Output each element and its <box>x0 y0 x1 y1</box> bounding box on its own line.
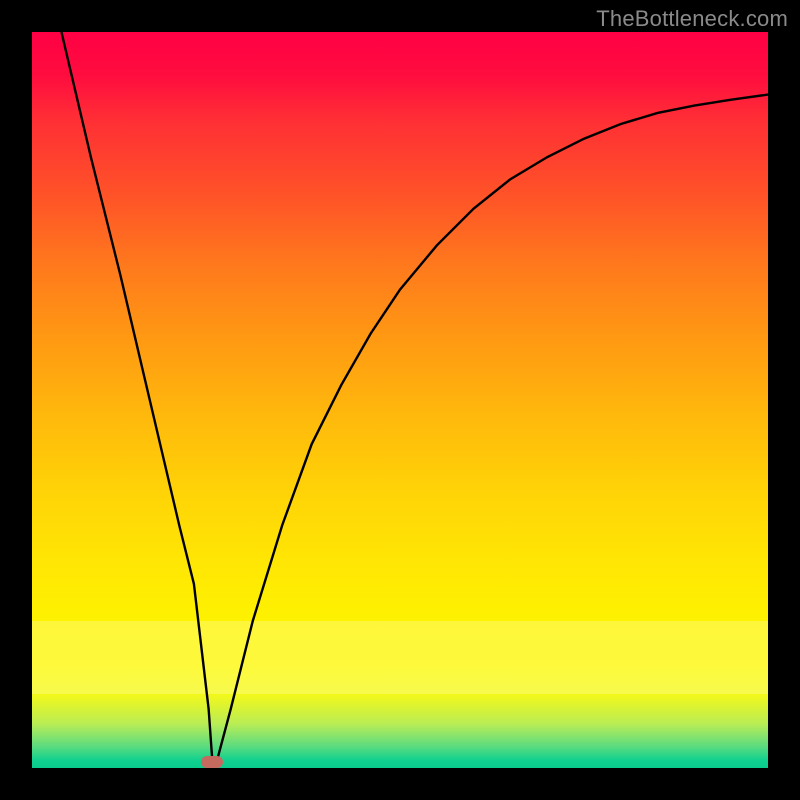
chart-frame: TheBottleneck.com <box>0 0 800 800</box>
plot-area <box>32 32 768 768</box>
minimum-marker <box>201 756 223 768</box>
watermark-text: TheBottleneck.com <box>596 6 788 32</box>
bottleneck-curve-svg <box>32 32 768 768</box>
bottleneck-curve <box>61 32 768 764</box>
